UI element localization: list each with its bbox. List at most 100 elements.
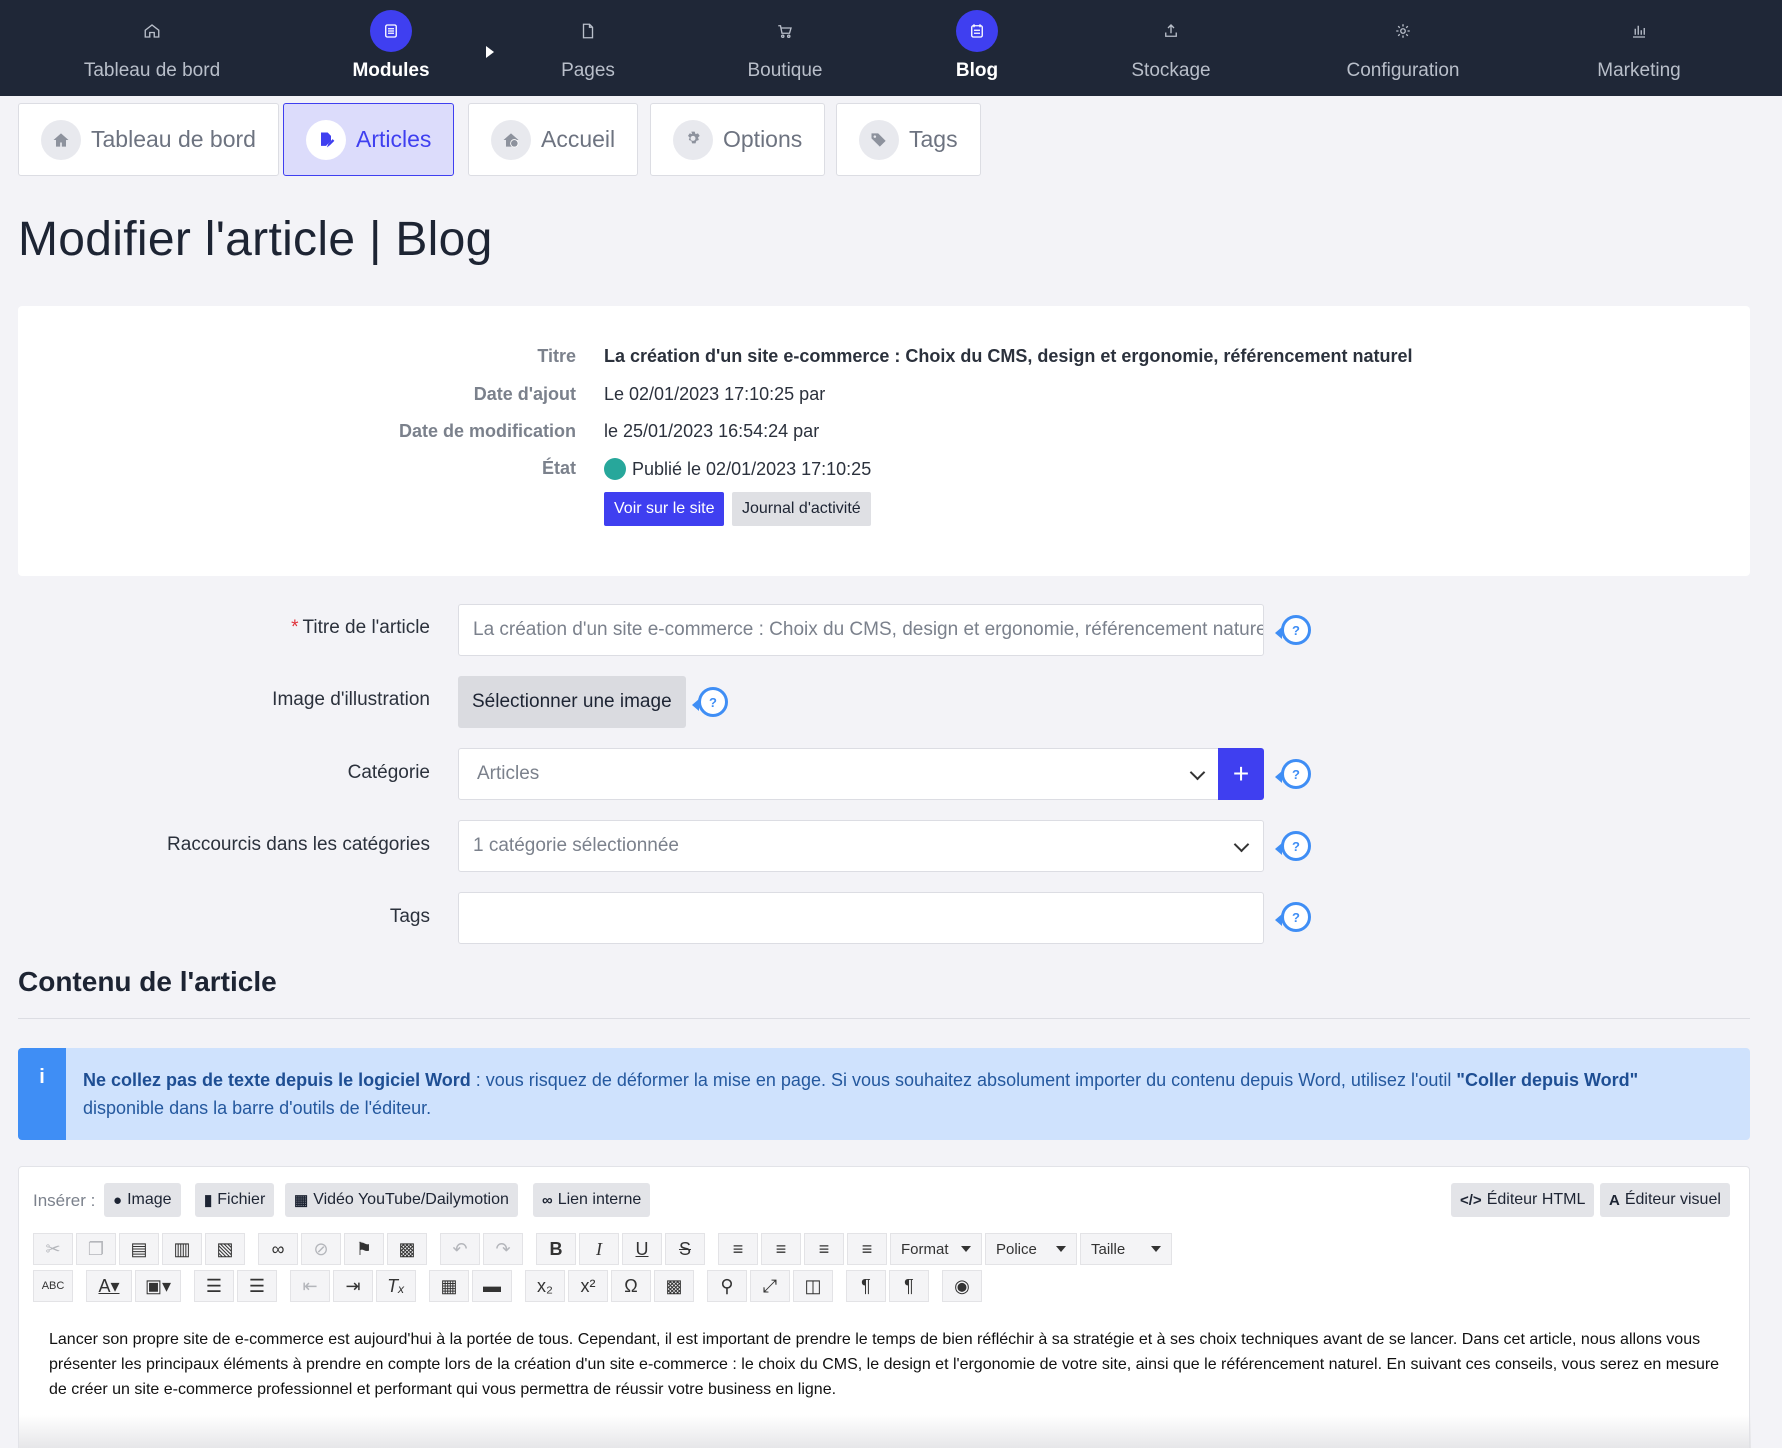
subscript-icon[interactable]: x₂ xyxy=(525,1270,565,1302)
redo-icon[interactable]: ↷ xyxy=(483,1233,523,1265)
numbered-list-icon[interactable]: ☰ xyxy=(237,1270,277,1302)
image-field-label: Image d'illustration xyxy=(272,689,430,710)
horizontal-rule-icon[interactable]: ▬ xyxy=(472,1270,512,1302)
outdent-icon[interactable]: ⇤ xyxy=(290,1270,330,1302)
article-info-panel: Titre La création d'un site e-commerce :… xyxy=(18,306,1750,576)
strikethrough-icon[interactable]: S xyxy=(665,1233,705,1265)
code-icon: </> xyxy=(1460,1191,1482,1209)
gear-icon xyxy=(1382,10,1424,52)
font-dropdown[interactable]: Police xyxy=(985,1233,1077,1265)
section-title: Contenu de l'article xyxy=(18,966,277,997)
edit-doc-icon xyxy=(306,119,346,160)
size-dropdown[interactable]: Taille xyxy=(1080,1233,1172,1265)
nav-label: Configuration xyxy=(1346,60,1460,81)
underline-icon[interactable]: U xyxy=(622,1233,662,1265)
category-select[interactable]: Articles xyxy=(458,748,1220,800)
home-icon xyxy=(41,119,81,160)
tab-tags[interactable]: Tags xyxy=(836,103,981,176)
insert-file-button[interactable]: ▮ Fichier xyxy=(195,1183,275,1217)
tab-label: Accueil xyxy=(541,126,616,152)
help-icon[interactable]: ? xyxy=(1275,831,1311,861)
nav-item-configuration[interactable]: Configuration xyxy=(1293,10,1513,82)
tab-tableau-de-bord[interactable]: Tableau de bord xyxy=(18,103,279,176)
tags-field-label: Tags xyxy=(389,906,430,927)
nav-item-stockage[interactable]: Stockage xyxy=(1061,10,1281,82)
align-left-icon[interactable]: ≡ xyxy=(718,1233,758,1265)
format-dropdown[interactable]: Format xyxy=(890,1233,982,1265)
nav-item-pages[interactable]: Pages xyxy=(478,10,698,82)
paste-icon[interactable]: ▤ xyxy=(119,1233,159,1265)
anchor-flag-icon[interactable]: ⚑ xyxy=(344,1233,384,1265)
align-center-icon[interactable]: ≡ xyxy=(761,1233,801,1265)
nav-item-tableau-de-bord[interactable]: Tableau de bord xyxy=(42,10,262,82)
source-icon[interactable]: ◫ xyxy=(793,1270,833,1302)
nav-item-modules[interactable]: Modules xyxy=(281,10,501,82)
article-title-input[interactable]: La création d'un site e-commerce : Choix… xyxy=(458,604,1264,656)
word-paste-alert: i Ne collez pas de texte depuis le logic… xyxy=(18,1048,1750,1140)
undo-icon[interactable]: ↶ xyxy=(440,1233,480,1265)
insert-internal-link-button[interactable]: ∞ Lien interne xyxy=(533,1183,651,1217)
preview-icon[interactable]: ⚲ xyxy=(707,1270,747,1302)
ltr-icon[interactable]: ¶ xyxy=(846,1270,886,1302)
paste-text-icon[interactable]: ▥ xyxy=(162,1233,202,1265)
align-justify-icon[interactable]: ≡ xyxy=(847,1233,887,1265)
html-editor-button[interactable]: </> Éditeur HTML xyxy=(1451,1183,1595,1217)
align-right-icon[interactable]: ≡ xyxy=(804,1233,844,1265)
editor-content[interactable]: Lancer son propre site de e-commerce est… xyxy=(49,1327,1729,1402)
nav-item-boutique[interactable]: Boutique xyxy=(675,10,895,82)
indent-icon[interactable]: ⇥ xyxy=(333,1270,373,1302)
paste-from-word-icon[interactable]: ▧ xyxy=(205,1233,245,1265)
insert-video-button[interactable]: ▦ Vidéo YouTube/Dailymotion xyxy=(285,1183,518,1217)
activity-log-button[interactable]: Journal d'activité xyxy=(732,492,871,526)
tab-accueil[interactable]: Accueil xyxy=(468,103,639,176)
special-char-icon[interactable]: Ω xyxy=(611,1270,651,1302)
link-icon: ∞ xyxy=(542,1191,553,1209)
clear-format-icon[interactable]: Tₓ xyxy=(376,1270,416,1302)
help-icon[interactable]: ? xyxy=(1275,759,1311,789)
chart-icon xyxy=(1618,10,1660,52)
table-icon[interactable]: ▦ xyxy=(429,1270,469,1302)
nav-label: Marketing xyxy=(1597,60,1681,81)
shortcuts-field-label: Raccourcis dans les catégories xyxy=(167,834,430,855)
tags-input[interactable] xyxy=(458,892,1264,944)
category-selected-value: Articles xyxy=(477,763,540,784)
link-icon[interactable]: ∞ xyxy=(258,1233,298,1265)
help-icon[interactable]: ? xyxy=(1275,902,1311,932)
rtl-icon[interactable]: ¶ xyxy=(889,1270,929,1302)
tab-options[interactable]: Options xyxy=(650,103,826,176)
help-icon[interactable]: ? xyxy=(692,687,728,717)
image-icon[interactable]: ▩ xyxy=(387,1233,427,1265)
visual-editor-button[interactable]: A Éditeur visuel xyxy=(1600,1183,1730,1217)
nav-label: Tableau de bord xyxy=(83,60,221,81)
nav-label: Blog xyxy=(955,60,999,81)
maximize-icon[interactable]: ⤢ xyxy=(750,1270,790,1302)
tab-articles[interactable]: Articles xyxy=(283,103,455,176)
page-icon xyxy=(567,10,609,52)
superscript-icon[interactable]: x² xyxy=(568,1270,608,1302)
view-on-site-button[interactable]: Voir sur le site xyxy=(604,492,725,526)
add-category-button[interactable]: + xyxy=(1218,748,1264,800)
category-shortcuts-select[interactable]: 1 catégorie sélectionnée xyxy=(458,820,1264,872)
title-field-label: * Titre de l'article xyxy=(291,617,430,638)
help-icon[interactable]: ? xyxy=(1275,615,1311,645)
bullet-list-icon[interactable]: ☰ xyxy=(194,1270,234,1302)
spellcheck-icon[interactable]: ABC xyxy=(33,1270,73,1302)
select-image-button[interactable]: Sélectionner une image xyxy=(458,676,686,728)
bold-icon[interactable]: B xyxy=(536,1233,576,1265)
cut-icon[interactable]: ✂ xyxy=(33,1233,73,1265)
tab-label: Options xyxy=(723,126,803,152)
about-icon[interactable]: ◉ xyxy=(942,1270,982,1302)
insert-image-button[interactable]: ● Image xyxy=(104,1183,181,1217)
camera-icon: ● xyxy=(113,1191,123,1209)
info-row-title: Titre La création d'un site e-commerce :… xyxy=(18,346,1718,376)
unlink-icon[interactable]: ⊘ xyxy=(301,1233,341,1265)
media-embed-icon[interactable]: ▩ xyxy=(654,1270,694,1302)
nav-item-marketing[interactable]: Marketing xyxy=(1529,10,1749,82)
editor-toolbar-row-2: ABC A▾ ▣▾ ☰ ☰ ⇤ ⇥ Tₓ ▦ ▬ x₂ x² Ω ▩ ⚲ ⤢ ◫… xyxy=(33,1270,985,1302)
italic-icon[interactable]: I xyxy=(579,1233,619,1265)
text-color-icon[interactable]: A▾ xyxy=(86,1270,132,1302)
chevron-down-icon xyxy=(1189,764,1206,781)
background-color-icon[interactable]: ▣▾ xyxy=(135,1270,181,1302)
nav-item-blog[interactable]: Blog xyxy=(867,10,1087,82)
copy-icon[interactable]: ❐ xyxy=(76,1233,116,1265)
